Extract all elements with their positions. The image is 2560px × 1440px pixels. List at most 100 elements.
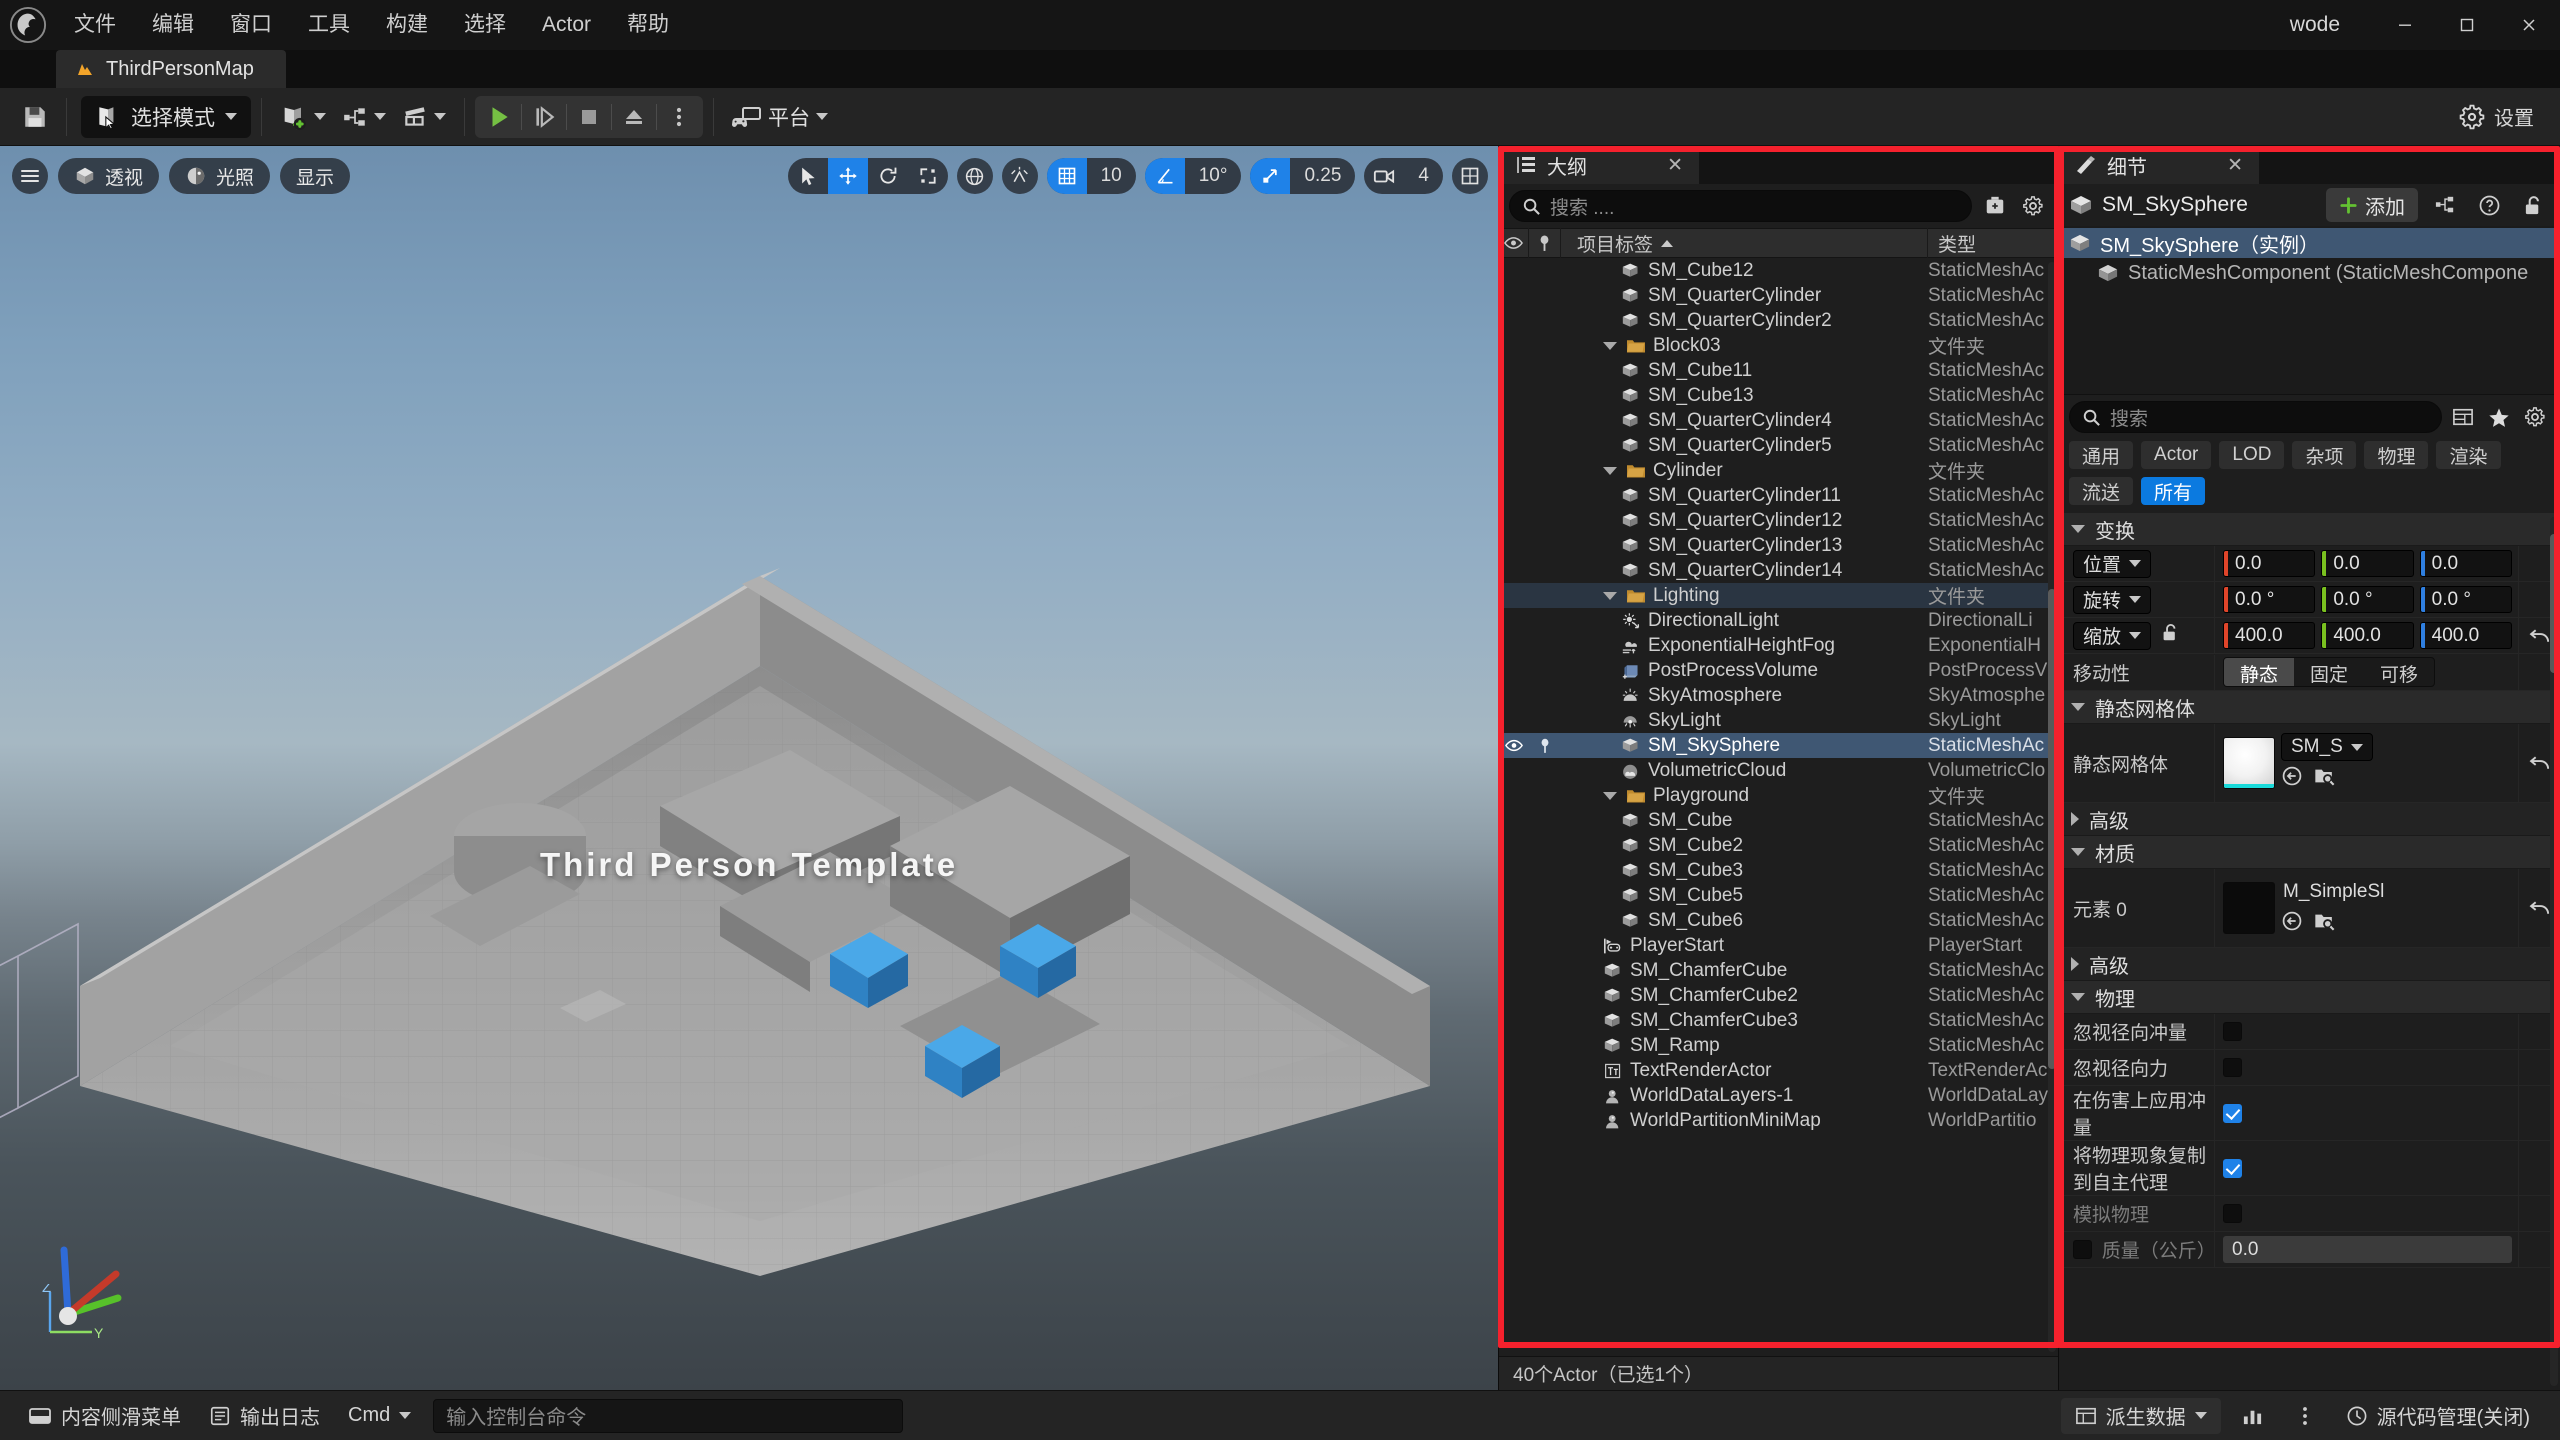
component-row-child[interactable]: StaticMeshComponent (StaticMeshCompone <box>2059 258 2560 288</box>
physics-checkbox[interactable] <box>2223 1204 2242 1223</box>
tab-details[interactable]: 细节 ✕ <box>2059 146 2259 184</box>
material-browse-button[interactable] <box>2281 910 2303 938</box>
rotate-tool-button[interactable] <box>868 158 908 194</box>
menu-help[interactable]: 帮助 <box>609 0 687 50</box>
outliner-row-postprocessvolume[interactable]: PostProcessVolumePostProcessV <box>1499 658 2058 683</box>
column-pin-header[interactable] <box>1529 228 1561 258</box>
filter-chip-通用[interactable]: 通用 <box>2069 441 2133 469</box>
outliner-row-sm_chamfercube[interactable]: SM_ChamferCubeStaticMeshAc <box>1499 958 2058 983</box>
outliner-row-sm_cube[interactable]: SM_CubeStaticMeshAc <box>1499 808 2058 833</box>
location-x-input[interactable]: 0.0 <box>2223 550 2315 577</box>
filter-chip-渲染[interactable]: 渲染 <box>2436 441 2500 469</box>
mode-selector[interactable]: 选择模式 <box>81 96 251 138</box>
outliner-row-lighting[interactable]: Lighting文件夹 <box>1499 583 2058 608</box>
outliner-row-block03[interactable]: Block03文件夹 <box>1499 333 2058 358</box>
mobility-option-static[interactable]: 静态 <box>2224 658 2294 687</box>
material-thumbnail[interactable] <box>2223 882 2275 934</box>
content-drawer-button[interactable]: 内容侧滑菜单 <box>14 1397 195 1435</box>
rotation-y-input[interactable]: 0.0 ° <box>2321 586 2413 613</box>
outliner-row-sm_cube2[interactable]: SM_Cube2StaticMeshAc <box>1499 833 2058 858</box>
outliner-row-sm_quartercylinder11[interactable]: SM_QuarterCylinder11StaticMeshAc <box>1499 483 2058 508</box>
scale-snap-button[interactable] <box>1250 158 1290 194</box>
lock-details-button[interactable] <box>2516 189 2550 221</box>
outliner-row-sm_cube13[interactable]: SM_Cube13StaticMeshAc <box>1499 383 2058 408</box>
static-mesh-find-button[interactable] <box>2313 765 2336 793</box>
material-find-button[interactable] <box>2313 910 2336 938</box>
outliner-row-sm_ramp[interactable]: SM_RampStaticMeshAc <box>1499 1033 2058 1058</box>
outliner-row-sm_quartercylinder14[interactable]: SM_QuarterCylinder14StaticMeshAc <box>1499 558 2058 583</box>
grid-snap-value[interactable]: 10 <box>1087 158 1136 194</box>
section-static-mesh-advanced[interactable]: 高级 <box>2059 803 2560 836</box>
stop-button[interactable] <box>567 96 611 138</box>
tab-outliner[interactable]: 大纲 ✕ <box>1499 146 1699 184</box>
minimize-button[interactable] <box>2374 0 2436 50</box>
menu-select[interactable]: 选择 <box>446 0 524 50</box>
skip-button[interactable] <box>522 96 566 138</box>
location-y-input[interactable]: 0.0 <box>2321 550 2413 577</box>
menu-edit[interactable]: 编辑 <box>134 0 212 50</box>
viewport-menu-button[interactable] <box>12 158 48 194</box>
outliner-row-sm_quartercylinder5[interactable]: SM_QuarterCylinder5StaticMeshAc <box>1499 433 2058 458</box>
cinematics-button[interactable] <box>394 97 454 137</box>
grid-snap-button[interactable] <box>1047 158 1087 194</box>
scale-tool-button[interactable] <box>908 158 948 194</box>
outliner-row-textrenderactor[interactable]: TextRenderActorTextRenderAc <box>1499 1058 2058 1083</box>
location-z-input[interactable]: 0.0 <box>2420 550 2512 577</box>
outliner-row-sm_chamfercube2[interactable]: SM_ChamferCube2StaticMeshAc <box>1499 983 2058 1008</box>
platform-button[interactable]: 平台 <box>724 97 836 137</box>
close-button[interactable] <box>2498 0 2560 50</box>
outliner-row-cylinder[interactable]: Cylinder文件夹 <box>1499 458 2058 483</box>
transform-gizmo[interactable] <box>40 1228 170 1338</box>
outliner-row-sm_cube12[interactable]: SM_Cube12StaticMeshAc <box>1499 258 2058 283</box>
outliner-row-worldpartitionminimap[interactable]: WorldPartitionMiniMapWorldPartitio <box>1499 1108 2058 1133</box>
column-type-header[interactable]: 类型 <box>1928 228 2058 258</box>
outliner-row-sm_quartercylinder4[interactable]: SM_QuarterCylinder4StaticMeshAc <box>1499 408 2058 433</box>
outliner-row-sm_quartercylinder13[interactable]: SM_QuarterCylinder13StaticMeshAc <box>1499 533 2058 558</box>
static-mesh-asset-dropdown[interactable]: SM_S <box>2281 733 2373 761</box>
static-mesh-browse-button[interactable] <box>2281 765 2303 793</box>
outliner-scrollbar[interactable] <box>2048 262 2056 1352</box>
outliner-row-skyatmosphere[interactable]: SkyAtmosphereSkyAtmosphe <box>1499 683 2058 708</box>
source-control-button[interactable]: 源代码管理(关闭) <box>2332 1397 2544 1435</box>
details-favorite-button[interactable] <box>2484 402 2514 432</box>
filter-chip-actor[interactable]: Actor <box>2141 441 2211 469</box>
angle-snap-button[interactable] <box>1145 158 1185 194</box>
outliner-settings-button[interactable] <box>2018 191 2048 221</box>
viewport-perspective-button[interactable]: 透视 <box>58 158 159 194</box>
outliner-row-sm_cube11[interactable]: SM_Cube11StaticMeshAc <box>1499 358 2058 383</box>
filter-chip-lod[interactable]: LOD <box>2219 441 2284 469</box>
outliner-row-sm_chamfercube3[interactable]: SM_ChamferCube3StaticMeshAc <box>1499 1008 2058 1033</box>
filter-chip-流送[interactable]: 流送 <box>2069 477 2133 505</box>
mass-override-checkbox[interactable] <box>2073 1240 2092 1259</box>
section-materials-advanced[interactable]: 高级 <box>2059 948 2560 981</box>
outliner-list[interactable]: SM_Cube12StaticMeshAcSM_QuarterCylinderS… <box>1499 258 2058 1356</box>
status-more-button[interactable] <box>2284 1397 2326 1435</box>
static-mesh-thumbnail[interactable] <box>2223 737 2275 789</box>
mobility-option-movable[interactable]: 可移 <box>2364 658 2434 687</box>
physics-checkbox[interactable] <box>2223 1022 2242 1041</box>
viewport-show-button[interactable]: 显示 <box>280 158 350 194</box>
angle-snap-value[interactable]: 10° <box>1185 158 1242 194</box>
physics-checkbox[interactable] <box>2223 1104 2242 1123</box>
outliner-row-playerstart[interactable]: PlayerStartPlayerStart <box>1499 933 2058 958</box>
viewport-maximize-button[interactable] <box>1452 158 1488 194</box>
level-viewport[interactable]: Third Person Template Z Y <box>0 146 1498 1390</box>
outliner-row-exponentialheightfog[interactable]: ExponentialHeightFogExponentialH <box>1499 633 2058 658</box>
scale-x-input[interactable]: 400.0 <box>2223 622 2315 649</box>
mobility-option-stationary[interactable]: 固定 <box>2294 658 2364 687</box>
maximize-button[interactable] <box>2436 0 2498 50</box>
filter-chip-所有[interactable]: 所有 <box>2141 477 2205 505</box>
outliner-row-directionallight[interactable]: DirectionalLightDirectionalLi <box>1499 608 2058 633</box>
physics-checkbox[interactable] <box>2223 1058 2242 1077</box>
derived-data-button[interactable]: 派生数据 <box>2061 1398 2221 1434</box>
world-coords-button[interactable] <box>957 158 993 194</box>
scale-snap-value[interactable]: 0.25 <box>1290 158 1355 194</box>
menu-file[interactable]: 文件 <box>56 0 134 50</box>
camera-speed-button[interactable] <box>1364 158 1404 194</box>
physics-checkbox[interactable] <box>2223 1159 2242 1178</box>
filter-chip-杂项[interactable]: 杂项 <box>2292 441 2356 469</box>
outliner-close-button[interactable]: ✕ <box>1641 154 1683 177</box>
outliner-row-playground[interactable]: Playground文件夹 <box>1499 783 2058 808</box>
outliner-search-input[interactable]: 搜索 .... <box>1509 190 1972 222</box>
stats-button[interactable] <box>2227 1397 2278 1435</box>
